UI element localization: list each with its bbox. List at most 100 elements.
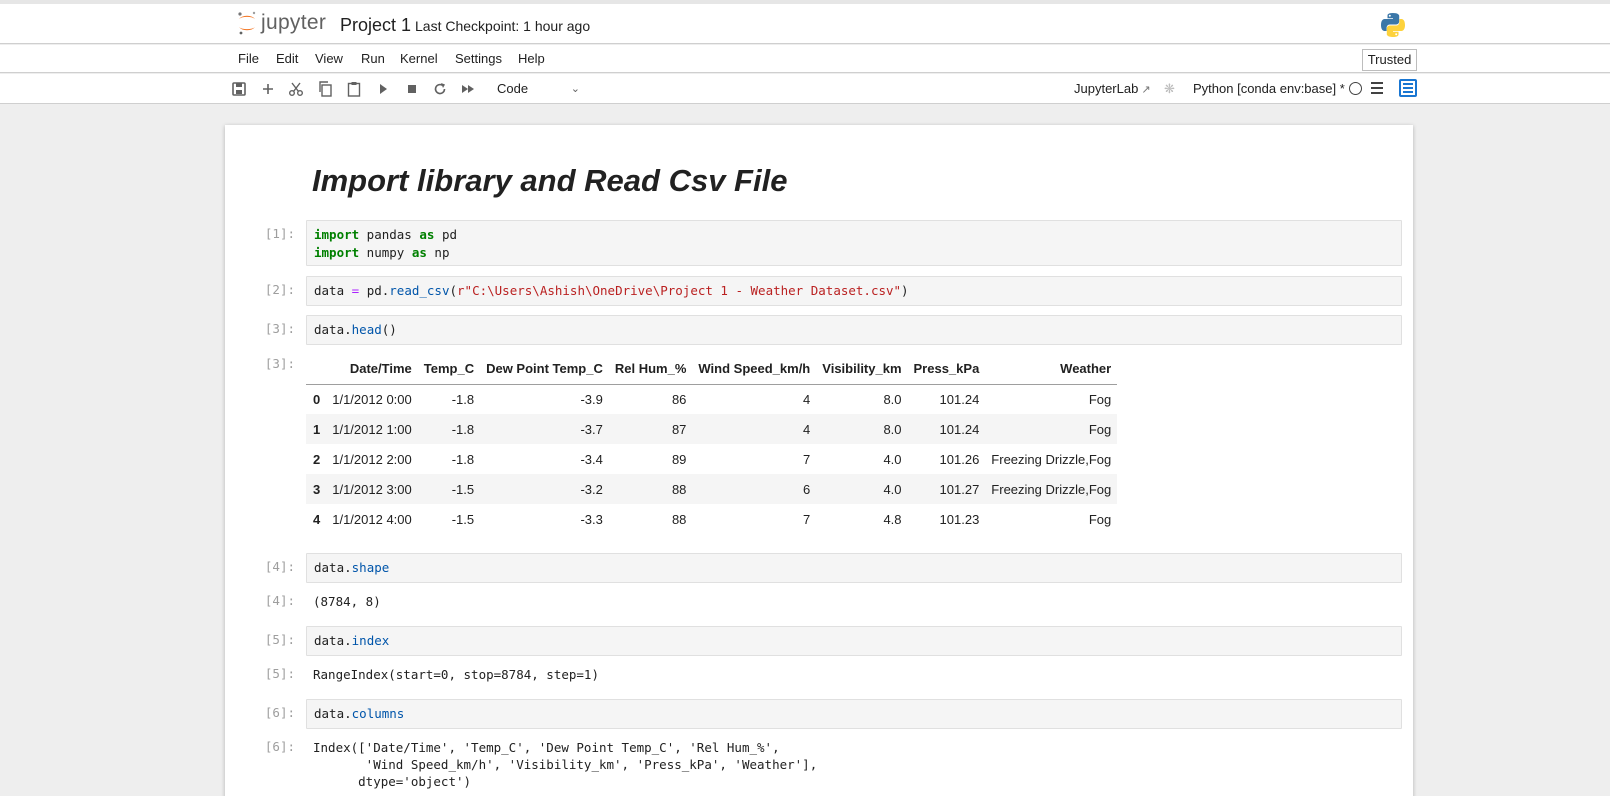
kernel-name[interactable]: Python [conda env:base] *	[1193, 81, 1345, 96]
table-cell: 1/1/2012 2:00	[332, 451, 412, 467]
cell-output: (8784, 8)	[313, 594, 381, 609]
menu-kernel[interactable]: Kernel	[400, 51, 438, 66]
table-cell: -3.4	[580, 451, 603, 467]
table-cell: 4.0	[883, 481, 902, 497]
jupyter-logo-text: jupyter	[261, 11, 327, 34]
table-header: Visibility_km	[816, 354, 908, 385]
input-prompt: [1]:	[264, 226, 295, 241]
table-cell: -3.7	[580, 421, 603, 437]
menu-help[interactable]: Help	[518, 51, 545, 66]
table-cell: 1/1/2012 4:00	[332, 511, 412, 527]
jupyter-logo-icon	[238, 11, 256, 35]
table-cell: -1.8	[451, 391, 475, 407]
debugger-icon[interactable]: ❋	[1164, 81, 1175, 97]
run-icon[interactable]	[374, 80, 392, 98]
input-prompt: [2]:	[264, 282, 295, 297]
jupyterlab-link[interactable]: JupyterLab ↗	[1074, 81, 1151, 96]
table-cell: -3.2	[580, 481, 603, 497]
menu-view[interactable]: View	[315, 51, 343, 66]
table-cell: -1.5	[451, 481, 475, 497]
paste-icon[interactable]	[345, 80, 363, 98]
cell-type-select[interactable]: Code ⌄	[497, 79, 580, 99]
table-row: 3 1/1/2012 3:00 -1.5 -3.2 88 6 4.0 101.2…	[306, 474, 1118, 504]
table-cell: 101.26	[939, 451, 980, 467]
table-cell: -1.5	[451, 511, 475, 527]
table-cell: 8.0	[883, 421, 902, 437]
table-cell: Freezing Drizzle,Fog	[991, 481, 1112, 497]
table-cell: 7	[803, 511, 811, 527]
table-cell: 7	[803, 451, 811, 467]
output-prompt: [5]:	[264, 666, 295, 681]
python-logo-icon	[1381, 13, 1405, 37]
table-header: Dew Point Temp_C	[480, 354, 609, 385]
menu-edit[interactable]: Edit	[276, 51, 298, 66]
table-row: 2 1/1/2012 2:00 -1.8 -3.4 89 7 4.0 101.2…	[306, 444, 1118, 474]
jupyterlab-label: JupyterLab	[1074, 81, 1139, 96]
table-cell: 101.27	[939, 481, 980, 497]
code-cell-2[interactable]: data = pd.read_csv(r"C:\Users\Ashish\One…	[306, 276, 1402, 306]
table-cell: Fog	[1088, 391, 1112, 407]
table-cell: Fog	[1088, 511, 1112, 527]
markdown-heading[interactable]: Import library and Read Csv File	[312, 163, 787, 199]
list-icon[interactable]	[1371, 82, 1383, 94]
code-cell-3[interactable]: data.head()	[306, 315, 1402, 345]
table-cell: 4	[803, 391, 811, 407]
cell-type-value: Code	[497, 81, 529, 96]
table-cell: 101.24	[939, 391, 980, 407]
code-cell-4[interactable]: data.shape	[306, 553, 1402, 583]
table-cell: 1/1/2012 3:00	[332, 481, 412, 497]
input-prompt: [5]:	[264, 632, 295, 647]
property-inspector-icon[interactable]	[1399, 79, 1417, 97]
table-cell: 87	[671, 421, 687, 437]
input-prompt: [4]:	[264, 559, 295, 574]
add-icon[interactable]	[259, 80, 277, 98]
chevron-down-icon: ⌄	[570, 83, 580, 95]
restart-icon[interactable]	[431, 80, 449, 98]
row-index: 0	[313, 391, 321, 407]
table-header: Wind Speed_km/h	[692, 354, 817, 385]
external-link-icon: ↗	[1141, 84, 1151, 96]
table-cell: -3.9	[580, 391, 603, 407]
output-prompt: [3]:	[264, 356, 295, 371]
table-cell: 88	[671, 481, 687, 497]
last-checkpoint: Last Checkpoint: 1 hour ago	[415, 18, 591, 34]
save-icon[interactable]	[230, 80, 248, 98]
row-index: 1	[313, 421, 321, 437]
table-row: 1 1/1/2012 1:00 -1.8 -3.7 87 4 8.0 101.2…	[306, 414, 1118, 444]
notebook-header: jupyter Project 1 Last Checkpoint: 1 hou…	[0, 4, 1610, 44]
table-header: Rel Hum_%	[608, 354, 693, 385]
table-cell: Freezing Drizzle,Fog	[991, 451, 1112, 467]
table-cell: 1/1/2012 1:00	[332, 421, 412, 437]
cell-output: Index(['Date/Time', 'Temp_C', 'Dew Point…	[313, 740, 818, 789]
row-index: 4	[313, 511, 321, 527]
table-row: 4 1/1/2012 4:00 -1.5 -3.3 88 7 4.8 101.2…	[306, 504, 1118, 534]
menu-file[interactable]: File	[238, 51, 259, 66]
table-header: Date/Time	[326, 354, 418, 385]
table-cell: 88	[671, 511, 687, 527]
notebook-panel: Import library and Read Csv File [1]: im…	[225, 125, 1413, 796]
menu-settings[interactable]: Settings	[455, 51, 502, 66]
trusted-indicator[interactable]: Trusted	[1362, 49, 1417, 71]
fast-forward-icon[interactable]	[460, 80, 478, 98]
row-index: 2	[313, 451, 321, 467]
input-prompt: [3]:	[264, 321, 295, 336]
code-cell-5[interactable]: data.index	[306, 626, 1402, 656]
code-cell-6[interactable]: data.columns	[306, 699, 1402, 729]
copy-icon[interactable]	[316, 80, 334, 98]
input-prompt: [6]:	[264, 705, 295, 720]
table-cell: -1.8	[451, 451, 475, 467]
table-cell: 86	[671, 391, 687, 407]
table-cell: 8.0	[883, 391, 902, 407]
notebook-title[interactable]: Project 1	[340, 15, 411, 36]
cut-icon[interactable]	[287, 80, 305, 98]
stop-icon[interactable]	[403, 80, 421, 98]
code-cell-1[interactable]: import pandas as pd import numpy as np	[306, 220, 1402, 266]
menu-run[interactable]: Run	[361, 51, 385, 66]
kernel-status-icon	[1349, 82, 1362, 95]
table-header: Weather	[985, 354, 1118, 385]
table-cell: -1.8	[451, 421, 475, 437]
table-cell: 4.0	[883, 451, 902, 467]
dataframe-output: Date/Time Temp_C Dew Point Temp_C Rel Hu…	[306, 354, 1118, 534]
jupyter-logo[interactable]: jupyter	[236, 10, 326, 36]
table-header	[306, 354, 327, 385]
